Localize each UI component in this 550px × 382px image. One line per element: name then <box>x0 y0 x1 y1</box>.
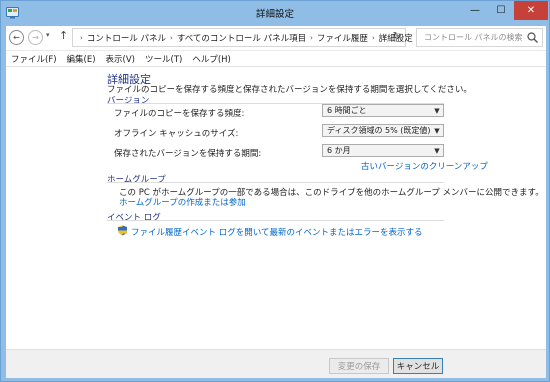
back-button[interactable]: ← <box>9 30 24 45</box>
search-icon[interactable] <box>527 32 538 43</box>
recent-locations-dropdown-icon[interactable]: ▾ <box>46 31 50 39</box>
chevron-down-icon: ▼ <box>434 126 440 135</box>
refresh-icon[interactable]: ↻ <box>393 31 401 42</box>
title-bar: 詳細設定 — ☐ ✕ <box>1 1 549 25</box>
breadcrumb-control-panel[interactable]: コントロール パネル <box>87 32 166 44</box>
save-frequency-select[interactable]: 6 時間ごと ▼ <box>322 104 444 117</box>
keep-versions-value: 6 か月 <box>327 146 351 155</box>
homegroup-link[interactable]: ホームグループの作成または参加 <box>119 196 246 208</box>
shield-icon <box>118 225 127 236</box>
save-frequency-label: ファイルのコピーを保存する頻度: <box>114 109 245 119</box>
offline-cache-label: オフライン キャッシュのサイズ: <box>114 129 239 139</box>
breadcrumb-file-history[interactable]: ファイル履歴 <box>317 32 368 44</box>
footer-bar: 変更の保存 キャンセル <box>6 349 546 378</box>
content-area: 詳細設定 ファイルのコピーを保存する頻度と保存されたバージョンを保持する期間を選… <box>6 66 546 350</box>
menu-file[interactable]: ファイル(F) <box>6 53 62 65</box>
breadcrumb-all-items[interactable]: すべてのコントロール パネル項目 <box>177 32 306 44</box>
up-button[interactable]: ↑ <box>59 29 68 42</box>
chevron-down-icon: ▼ <box>434 146 440 155</box>
forward-button[interactable]: → <box>28 30 43 45</box>
menu-view[interactable]: 表示(V) <box>101 53 140 65</box>
chevron-right-icon: › <box>80 33 83 42</box>
offline-cache-select[interactable]: ディスク領域の 5% (既定値) ▼ <box>322 124 444 137</box>
chevron-right-icon[interactable]: › <box>170 34 173 42</box>
menu-bar: ファイル(F) 編集(E) 表示(V) ツール(T) ヘルプ(H) <box>6 50 546 67</box>
window: 詳細設定 — ☐ ✕ ← → ▾ ↑ › コントロール パネル › すべてのコン… <box>0 0 550 382</box>
eventlog-heading: イベント ログ <box>107 213 161 223</box>
page-description: ファイルのコピーを保存する頻度と保存されたバージョンを保持する期間を選択してくだ… <box>107 85 472 95</box>
menu-help[interactable]: ヘルプ(H) <box>187 53 236 65</box>
address-dropdown-icon[interactable]: ▾ <box>382 33 386 41</box>
minimize-button[interactable]: — <box>462 1 488 20</box>
maximize-button[interactable]: ☐ <box>488 1 514 20</box>
chevron-right-icon[interactable]: › <box>310 34 313 42</box>
section-divider <box>107 182 444 183</box>
address-bar[interactable]: › コントロール パネル › すべてのコントロール パネル項目 › ファイル履歴… <box>72 28 413 47</box>
cleanup-versions-link[interactable]: 古いバージョンのクリーンアップ <box>361 160 488 172</box>
save-frequency-value: 6 時間ごと <box>327 106 367 115</box>
menu-edit[interactable]: 編集(E) <box>62 53 101 65</box>
search-box[interactable] <box>416 28 543 47</box>
keep-versions-label: 保存されたバージョンを保持する期間: <box>114 149 262 159</box>
cancel-button[interactable]: キャンセル <box>393 358 443 374</box>
navigation-bar: ← → ▾ ↑ › コントロール パネル › すべてのコントロール パネル項目 … <box>6 26 546 50</box>
event-log-link[interactable]: ファイル履歴イベント ログを開いて最新のイベントまたはエラーを表示する <box>131 226 422 238</box>
save-changes-button[interactable]: 変更の保存 <box>329 358 389 374</box>
close-button[interactable]: ✕ <box>514 1 548 20</box>
keep-versions-select[interactable]: 6 か月 ▼ <box>322 144 444 157</box>
homegroup-heading: ホームグループ <box>107 175 166 185</box>
menu-tools[interactable]: ツール(T) <box>140 53 187 65</box>
chevron-down-icon: ▼ <box>434 106 440 115</box>
versions-heading: バージョン <box>107 96 150 106</box>
chevron-right-icon[interactable]: › <box>372 34 375 42</box>
search-input[interactable] <box>422 32 531 43</box>
offline-cache-value: ディスク領域の 5% (既定値) <box>327 126 431 135</box>
section-divider <box>107 220 444 221</box>
